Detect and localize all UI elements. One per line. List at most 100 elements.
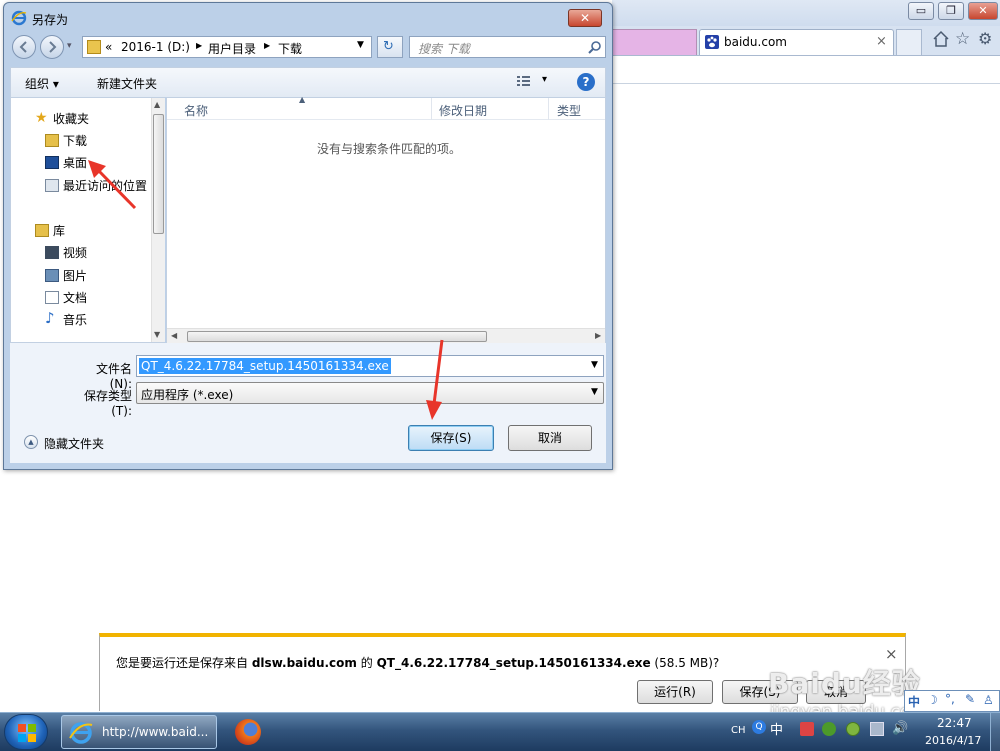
arrow-right-icon: [49, 41, 57, 53]
recent-locations-icon[interactable]: ▾: [67, 41, 72, 51]
breadcrumb-downloads[interactable]: 下载: [278, 40, 302, 57]
tab-close-icon[interactable]: ×: [876, 34, 887, 49]
column-name[interactable]: 名称: [184, 102, 208, 119]
tree-pictures[interactable]: 图片: [45, 267, 88, 285]
dialog-titlebar[interactable]: 另存为 ✕: [4, 3, 612, 31]
ime-toolbar[interactable]: 中 ☽ °, ✎ ♙: [904, 690, 1000, 712]
network-icon[interactable]: [870, 722, 884, 736]
tree-downloads-label: 下载: [63, 134, 88, 148]
notification-size: (58.5 MB)?: [654, 656, 720, 670]
view-dropdown-icon[interactable]: ▾: [542, 74, 547, 85]
chevron-down-icon[interactable]: ▼: [357, 40, 364, 50]
column-type[interactable]: 类型: [557, 102, 581, 119]
ime-settings-icon[interactable]: ✎: [965, 692, 975, 706]
breadcrumb-user-dir[interactable]: 用户目录: [208, 40, 256, 57]
notification-filename: QT_4.6.22.17784_setup.1450161334.exe: [376, 656, 651, 670]
show-desktop-button[interactable]: [990, 713, 1000, 751]
save-button[interactable]: 保存(S): [408, 425, 494, 451]
browser-tab-other[interactable]: [612, 29, 697, 55]
start-button[interactable]: [4, 714, 48, 750]
breadcrumb-drive[interactable]: 2016-1 (D:): [121, 40, 190, 54]
collapse-icon: ▲: [24, 435, 38, 449]
hide-folders-label: 隐藏文件夹: [44, 437, 105, 451]
help-icon[interactable]: ?: [577, 73, 595, 91]
tree-favorites[interactable]: ★ 收藏夹: [35, 110, 89, 128]
cancel-button[interactable]: 取消: [508, 425, 592, 451]
check-icon[interactable]: [846, 722, 860, 736]
new-tab-button[interactable]: [896, 29, 922, 55]
horizontal-scrollbar[interactable]: ◀ ▶: [167, 328, 605, 343]
home-icon[interactable]: [932, 30, 950, 48]
qq-icon[interactable]: Q: [752, 720, 766, 734]
firefox-icon: [235, 719, 261, 745]
save-form: 文件名(N): QT_4.6.22.17784_setup.1450161334…: [10, 343, 606, 463]
breadcrumb-overflow[interactable]: «: [105, 40, 112, 54]
taskbar-item-firefox[interactable]: [224, 715, 274, 749]
column-divider: [431, 98, 432, 120]
pictures-icon: [45, 269, 59, 282]
volume-icon[interactable]: 🔊: [892, 721, 908, 736]
clock-time[interactable]: 22:47: [937, 716, 972, 730]
tab-title: baidu.com: [724, 35, 787, 49]
desktop-icon: [45, 156, 59, 169]
ime-mode-icon[interactable]: 中: [908, 693, 920, 710]
notification-close-icon[interactable]: ×: [885, 645, 898, 663]
forward-button[interactable]: [40, 35, 64, 59]
chevron-right-icon[interactable]: ▶: [196, 41, 202, 50]
arrow-left-icon: [19, 41, 27, 53]
column-modified[interactable]: 修改日期: [439, 102, 487, 119]
nav-scrollbar[interactable]: ▲ ▼: [151, 98, 165, 342]
taskbar-item-ie[interactable]: http://www.baid...: [61, 715, 217, 749]
recent-places-icon: [45, 179, 59, 192]
browser-close-button[interactable]: ✕: [968, 2, 998, 20]
chevron-down-icon[interactable]: ▼: [591, 360, 598, 370]
scroll-down-icon[interactable]: ▼: [154, 330, 160, 339]
favorites-star-icon: ★: [35, 110, 48, 126]
maximize-button[interactable]: ❐: [938, 2, 964, 20]
search-icon[interactable]: [588, 40, 602, 54]
back-button[interactable]: [12, 35, 36, 59]
scroll-left-icon[interactable]: ◀: [171, 331, 177, 340]
tree-videos[interactable]: 视频: [45, 244, 88, 262]
scroll-right-icon[interactable]: ▶: [595, 331, 601, 340]
ime-punct-icon[interactable]: °,: [945, 692, 955, 706]
nav-scroll-thumb[interactable]: [153, 114, 164, 234]
filename-field[interactable]: QT_4.6.22.17784_setup.1450161334.exe ▼: [136, 355, 604, 377]
organize-menu[interactable]: 组织 ▾: [25, 75, 59, 92]
tree-videos-label: 视频: [63, 246, 88, 260]
clock-date[interactable]: 2016/4/17: [925, 734, 981, 747]
new-folder-button[interactable]: 新建文件夹: [97, 75, 157, 92]
run-button[interactable]: 运行(R): [637, 680, 713, 704]
library-icon: [35, 224, 49, 237]
chevron-down-icon[interactable]: ▼: [591, 387, 598, 397]
tree-library[interactable]: 库: [35, 222, 66, 240]
ime-moon-icon[interactable]: ☽: [927, 693, 938, 707]
tree-downloads[interactable]: 下载: [45, 132, 88, 150]
tree-music[interactable]: ♪ 音乐: [45, 309, 87, 329]
tree-pictures-label: 图片: [63, 269, 88, 283]
security-shield-icon[interactable]: [822, 722, 836, 736]
language-indicator[interactable]: CH: [731, 725, 746, 736]
minimize-button[interactable]: ▭: [908, 2, 934, 20]
ime-indicator[interactable]: 中: [770, 719, 783, 738]
ime-user-icon[interactable]: ♙: [983, 693, 994, 707]
scroll-up-icon[interactable]: ▲: [154, 100, 160, 109]
browser-tab-baidu[interactable]: baidu.com ×: [699, 29, 894, 55]
tree-library-label: 库: [53, 224, 66, 238]
address-bar[interactable]: « 2016-1 (D:) ▶ 用户目录 ▶ 下载 ▼: [82, 36, 372, 58]
chevron-right-icon[interactable]: ▶: [264, 41, 270, 50]
search-input[interactable]: 搜索 下载: [409, 36, 606, 58]
tree-documents-label: 文档: [63, 291, 88, 305]
gear-icon[interactable]: ⚙: [978, 29, 992, 48]
star-icon[interactable]: ☆: [955, 29, 970, 49]
refresh-button[interactable]: ↻: [377, 36, 403, 58]
filetype-select[interactable]: 应用程序 (*.exe) ▼: [136, 382, 604, 404]
windows-logo-icon: [18, 724, 36, 742]
filename-value: QT_4.6.22.17784_setup.1450161334.exe: [139, 358, 391, 374]
tree-documents[interactable]: 文档: [45, 289, 88, 307]
downloads-folder-icon: [45, 134, 59, 147]
documents-icon: [45, 291, 59, 304]
tray-app-icon[interactable]: [800, 722, 814, 736]
view-icon[interactable]: [516, 74, 532, 88]
dialog-close-button[interactable]: ✕: [568, 9, 602, 27]
